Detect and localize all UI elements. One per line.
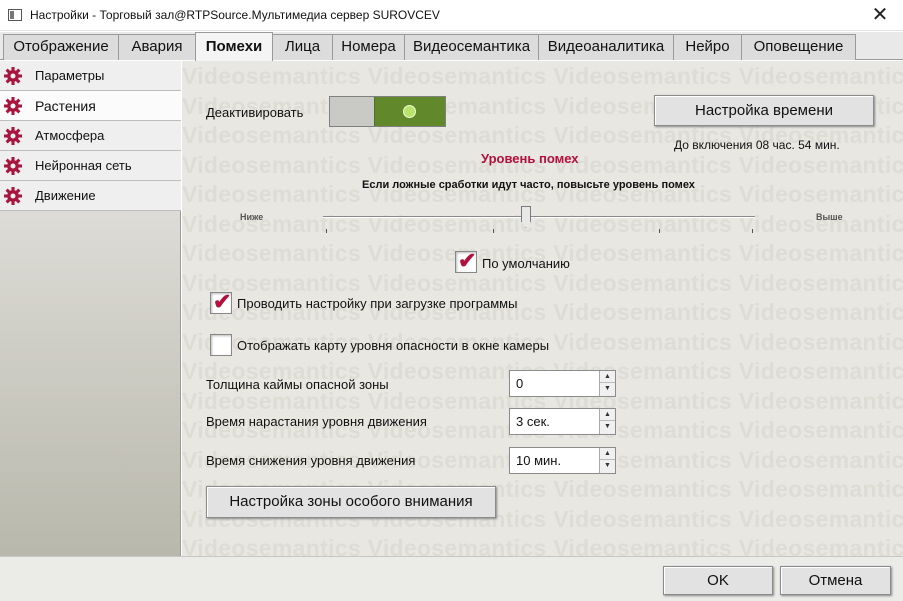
watermark-row: Videosemantics Videosemantics Videoseman… (182, 535, 903, 556)
gear-icon (4, 97, 22, 115)
gear-icon (4, 157, 22, 175)
sidebar-item-parameters[interactable]: Параметры (0, 61, 181, 91)
rise-time-label: Время нарастания уровня движения (206, 414, 427, 429)
spinbox-value: 0 (516, 376, 524, 391)
spinbox-arrows[interactable]: ▲ ▼ (599, 409, 615, 434)
slider-tick (493, 229, 494, 233)
close-icon[interactable]: ✕ (857, 0, 903, 31)
slider-thumb[interactable] (521, 206, 531, 228)
fall-time-spinbox[interactable]: 10 мин. ▲ ▼ (509, 447, 616, 474)
window-title: Настройки - Торговый зал@RTPSource.Мульт… (30, 8, 440, 22)
tab-videosemantics[interactable]: Видеосемантика (404, 34, 539, 60)
attention-zone-button[interactable]: Настройка зоны особого внимания (206, 486, 496, 518)
arrow-up-icon[interactable]: ▲ (600, 371, 615, 383)
tab-faces[interactable]: Лица (272, 34, 333, 60)
checkmark-icon: ✔ (213, 289, 232, 314)
deactivate-label: Деактивировать (206, 105, 304, 120)
tab-noise[interactable]: Помехи (195, 32, 273, 61)
slider-tick (659, 229, 660, 233)
tab-neuro[interactable]: Нейро (673, 34, 742, 60)
default-checkbox-label: По умолчанию (482, 256, 570, 271)
dialog-footer: OK Отмена (0, 556, 903, 601)
arrow-up-icon[interactable]: ▲ (600, 448, 615, 460)
slider-low-label: Ниже (240, 212, 264, 222)
ok-button[interactable]: OK (663, 566, 773, 595)
arrow-up-icon[interactable]: ▲ (600, 409, 615, 421)
sidebar-item-label: Параметры (35, 68, 105, 83)
border-thickness-label: Толщина каймы опасной зоны (206, 377, 389, 392)
checkmark-icon: ✔ (458, 248, 477, 273)
gear-icon (4, 127, 22, 145)
cancel-button[interactable]: Отмена (780, 566, 891, 595)
noise-level-title: Уровень помех (481, 151, 579, 166)
arrow-down-icon[interactable]: ▼ (600, 460, 615, 472)
gear-icon (4, 187, 22, 205)
spinbox-arrows[interactable]: ▲ ▼ (599, 371, 615, 396)
slider-tick (752, 229, 753, 233)
danger-map-label: Отображать карту уровня опасности в окне… (237, 338, 550, 353)
sidebar-item-plants[interactable]: Растения (0, 91, 181, 121)
sidebar: Параметры Растения Атмосфера Нейронная с… (0, 61, 181, 556)
sidebar-item-neural-network[interactable]: Нейронная сеть (0, 151, 181, 181)
watermark-row: Videosemantics Videosemantics Videoseman… (182, 210, 903, 237)
watermark-row: Videosemantics Videosemantics Videoseman… (182, 63, 903, 89)
spinbox-arrows[interactable]: ▲ ▼ (599, 448, 615, 473)
spinbox-value: 10 мин. (516, 453, 562, 468)
sidebar-item-motion[interactable]: Движение (0, 181, 181, 211)
watermark-row: Videosemantics Videosemantics Videoseman… (182, 269, 903, 296)
time-settings-button[interactable]: Настройка времени (654, 95, 874, 126)
arrow-down-icon[interactable]: ▼ (600, 421, 615, 433)
sidebar-item-label: Движение (35, 188, 96, 203)
sidebar-item-label: Растения (35, 98, 96, 114)
toggle-knob (403, 105, 416, 118)
tab-plates[interactable]: Номера (332, 34, 405, 60)
app-icon (8, 9, 22, 21)
fall-time-label: Время снижения уровня движения (206, 453, 416, 468)
slider-high-label: Выше (816, 212, 843, 222)
noise-level-slider[interactable] (323, 216, 755, 218)
gear-icon (4, 67, 22, 85)
title-bar: Настройки - Торговый зал@RTPSource.Мульт… (0, 0, 903, 31)
border-thickness-spinbox[interactable]: 0 ▲ ▼ (509, 370, 616, 397)
autoconfig-checkbox[interactable]: ✔ (210, 289, 232, 314)
settings-panel: Videosemantics Videosemantics Videoseman… (182, 61, 903, 556)
tab-videoanalytics[interactable]: Видеоаналитика (538, 34, 674, 60)
danger-map-checkbox[interactable] (210, 334, 232, 356)
deactivate-toggle[interactable] (329, 96, 446, 127)
toggle-on-state (374, 97, 445, 126)
noise-level-hint: Если ложные сработки идут часто, повысьт… (362, 179, 695, 191)
arrow-down-icon[interactable]: ▼ (600, 383, 615, 395)
default-checkbox[interactable]: ✔ (455, 248, 477, 273)
time-until-enable: До включения 08 час. 54 мин. (674, 138, 840, 152)
rise-time-spinbox[interactable]: 3 сек. ▲ ▼ (509, 408, 616, 435)
tab-notification[interactable]: Оповещение (741, 34, 856, 60)
autoconfig-label: Проводить настройку при загрузке програм… (237, 296, 518, 311)
tab-alarm[interactable]: Авария (118, 34, 196, 60)
tab-display[interactable]: Отображение (3, 34, 119, 60)
sidebar-item-atmosphere[interactable]: Атмосфера (0, 121, 181, 151)
sidebar-item-label: Нейронная сеть (35, 158, 132, 173)
spinbox-value: 3 сек. (516, 414, 550, 429)
sidebar-item-label: Атмосфера (35, 128, 105, 143)
slider-tick (326, 229, 327, 233)
tab-bar: Отображение Авария Помехи Лица Номера Ви… (0, 32, 903, 61)
